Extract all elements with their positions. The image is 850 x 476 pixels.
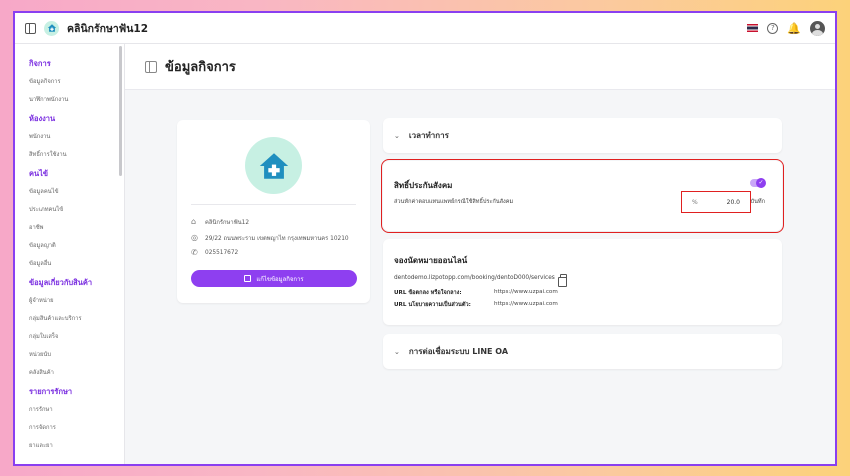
sidebar-group-title: ข้อมูลเกี่ยวกับสินค้า [29,278,93,287]
phone-row: ✆ 025517672 [191,249,238,257]
sidebar-item[interactable]: กลุ่มใบเสร็จ [29,331,124,341]
sidebar-item[interactable]: ประเภทคนไข้ [29,204,124,214]
sidebar-toggle-icon[interactable] [25,22,36,34]
sidebar-item[interactable]: หน่วยนับ [29,349,124,359]
online-booking-section: จองนัดหมายออนไลน์ dentodemo.lizpotopp.co… [383,239,782,325]
clinic-address: 29/22 ถนนพระราม เขตพญาไท กรุงเทพมหานคร 1… [205,236,349,242]
home-icon: ⌂ [191,217,197,226]
page-header: ข้อมูลกิจการ [125,44,835,90]
edit-business-button[interactable]: แก้ไขข้อมูลกิจการ [191,270,357,287]
social-security-toggle[interactable] [750,178,766,188]
business-hours-title: เวลาทำการ [408,131,449,140]
page-title: ข้อมูลกิจการ [165,60,236,75]
main-content: ข้อมูลกิจการ ⌂ คลินิกรักษาฟัน12 ◎ 29/22 … [125,44,835,464]
location-pin-icon: ◎ [191,233,198,242]
sidebar-group-title: กิจการ [29,59,51,68]
privacy-url-row: URL นโยบายความเป็นส่วนตัว: https://www.u… [394,301,558,309]
online-booking-title: จองนัดหมายออนไลน์ [394,256,468,265]
chevron-down-icon: ⌄ [394,131,400,140]
sidebar-item[interactable]: สิทธิ์การใช้งาน [29,149,124,159]
clinic-name: คลินิกรักษาฟัน12 [205,220,250,226]
terms-url-row: URL ข้อตกลง หรือใจกลาง: https://www.uzpa… [394,289,558,297]
edit-icon [244,275,252,282]
sidebar-item[interactable]: อาชีพ [29,222,124,232]
privacy-url-value[interactable]: https://www.uzpai.com [494,301,558,309]
sidebar-item[interactable]: การรักษา [29,404,124,414]
save-button[interactable]: บันทึก [751,198,765,206]
percent-unit: % [692,198,698,206]
booking-url: dentodemo.lizpotopp.com/booking/dentoD00… [394,275,555,281]
language-flag-icon[interactable] [747,24,759,32]
privacy-url-label: URL นโยบายความเป็นส่วนตัว: [394,302,471,308]
phone-icon: ✆ [191,248,198,257]
clinic-phone: 025517672 [205,250,239,256]
sidebar-item[interactable]: ข้อมูลญาติ [29,240,124,250]
sidebar-item[interactable]: นาฬิกาพนักงาน [29,94,124,104]
business-hours-section[interactable]: ⌄ เวลาทำการ [383,118,782,153]
terms-url-value[interactable]: https://www.uzpai.com [494,289,558,297]
sidebar-item[interactable]: กลุ่มสินค้าและบริการ [29,313,124,323]
line-oa-section[interactable]: ⌄ การต่อเชื่อมระบบ LINE OA [383,334,782,369]
sidebar-group-title: คนไข้ [29,169,49,178]
sidebar-group: ข้อมูลเกี่ยวกับสินค้าผู้จำหน่ายกลุ่มสินค… [29,277,124,377]
social-security-description: ส่วนหักค่าตอบแทนแพทย์กรณีใช้สิทธิ์ประกัน… [394,199,514,205]
sidebar-scrollbar[interactable] [119,46,122,176]
copy-icon[interactable] [557,274,567,287]
sidebar-item[interactable]: คลังสินค้า [29,367,124,377]
address-row: ◎ 29/22 ถนนพระราม เขตพญาไท กรุงเทพมหานคร… [191,233,349,243]
bell-icon[interactable]: 🔔 [787,23,801,34]
social-security-title: สิทธิ์ประกันสังคม [394,181,453,190]
divider [191,204,356,205]
sidebar-group: คนไข้ข้อมูลคนไข้ประเภทคนไข้อาชีพข้อมูลญา… [29,168,124,268]
app-window: คลินิกรักษาฟัน12 ? 🔔 กิจการ ข้อมูลกิจการน… [13,11,837,466]
social-security-section: สิทธิ์ประกันสังคม ส่วนหักค่าตอบแทนแพทย์ก… [381,159,784,233]
sidebar-item[interactable]: ยาและยา [29,440,124,450]
doctor-fee-percent-input[interactable]: % 20.0 [681,191,751,213]
app-title: คลินิกรักษาฟัน12 [67,22,149,35]
sidebar-group: รายการรักษาการรักษาการจัดการยาและยา [29,386,124,450]
sidebar: กิจการข้อมูลกิจการนาฬิกาพนักงานห้องงานพน… [15,44,125,464]
edit-business-label: แก้ไขข้อมูลกิจการ [256,275,304,283]
top-bar: คลินิกรักษาฟัน12 ? 🔔 [15,13,835,44]
sidebar-group: ห้องงานพนักงานสิทธิ์การใช้งาน [29,113,124,159]
sidebar-group-title: ห้องงาน [29,114,56,123]
sidebar-item[interactable]: ข้อมูลคนไข้ [29,186,124,196]
sidebar-item[interactable]: การจัดการ [29,422,124,432]
chevron-down-icon: ⌄ [394,347,400,356]
avatar[interactable] [810,20,825,36]
sidebar-item[interactable]: ผู้จำหน่าย [29,295,124,305]
line-oa-title: การต่อเชื่อมระบบ LINE OA [408,347,509,356]
clinic-name-row: ⌂ คลินิกรักษาฟัน12 [191,217,249,227]
sidebar-group: กิจการข้อมูลกิจการนาฬิกาพนักงาน [29,58,124,104]
page-icon [145,60,157,73]
sidebar-item[interactable]: ข้อมูลอื่น [29,258,124,268]
profile-card: ⌂ คลินิกรักษาฟัน12 ◎ 29/22 ถนนพระราม เขต… [177,120,370,303]
terms-url-label: URL ข้อตกลง หรือใจกลาง: [394,290,462,296]
clinic-logo-large-icon [245,137,302,194]
sidebar-item[interactable]: พนักงาน [29,131,124,141]
sidebar-item[interactable]: ข้อมูลกิจการ [29,76,124,86]
percent-value: 20.0 [726,198,740,206]
help-icon[interactable]: ? [767,22,779,34]
clinic-logo-icon [44,20,59,36]
booking-url-row: dentodemo.lizpotopp.com/booking/dentoD00… [394,274,567,287]
sidebar-group-title: รายการรักษา [29,387,73,396]
